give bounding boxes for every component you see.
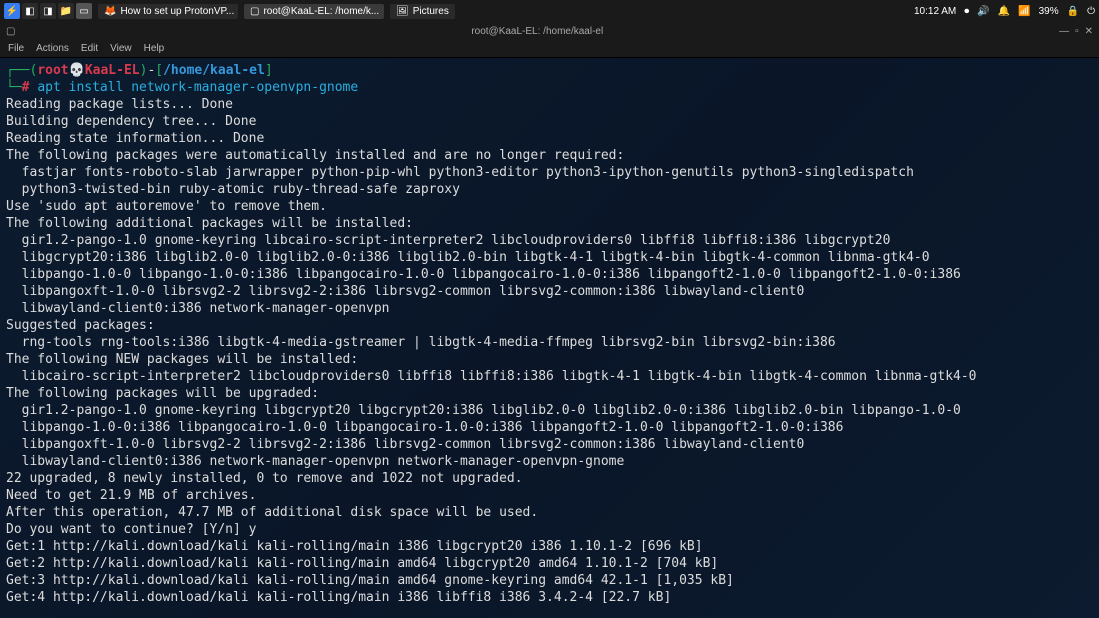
prompt-corner: ┌── <box>6 63 29 78</box>
terminal-window: ▢ root@KaaL-EL: /home/kaal-el — ▫ ✕ File… <box>0 22 1099 618</box>
close-icon[interactable]: ✕ <box>1085 26 1093 37</box>
output-line: Reading package lists... Done <box>6 97 233 112</box>
firefox-icon: 🦊 <box>104 6 116 17</box>
terminal-menubar: File Actions Edit View Help <box>0 40 1099 58</box>
skull-icon: 💀 <box>69 63 85 78</box>
output-line: The following NEW packages will be insta… <box>6 352 358 367</box>
prompt-command: apt install network-manager-openvpn-gnom… <box>37 80 358 95</box>
taskbar-app-terminal[interactable]: ▢ root@KaaL-EL: /home/k... <box>244 4 384 19</box>
files-icon[interactable]: 📁 <box>58 3 74 19</box>
output-line: 22 upgraded, 8 newly installed, 0 to rem… <box>6 471 523 486</box>
output-line: libpango-1.0-0 libpango-1.0-0:i386 libpa… <box>6 267 961 282</box>
output-line: The following additional packages will b… <box>6 216 413 231</box>
output-line: libwayland-client0:i386 network-manager-… <box>6 301 390 316</box>
terminal-icon: ▢ <box>250 6 259 17</box>
output-line: libgcrypt20:i386 libglib2.0-0 libglib2.0… <box>6 250 930 265</box>
record-icon[interactable]: ⏺ <box>964 6 969 17</box>
taskbar-app-label: Pictures <box>413 6 449 17</box>
output-line: python3-twisted-bin ruby-atomic ruby-thr… <box>6 182 460 197</box>
workspace-icon-2[interactable]: ◨ <box>40 3 56 19</box>
output-line: Get:2 http://kali.download/kali kali-rol… <box>6 556 718 571</box>
output-line: libpangoxft-1.0-0 librsvg2-2 librsvg2-2:… <box>6 437 804 452</box>
output-line: Get:1 http://kali.download/kali kali-rol… <box>6 539 703 554</box>
output-line: libwayland-client0:i386 network-manager-… <box>6 454 624 469</box>
output-line: Building dependency tree... Done <box>6 114 256 129</box>
workspace-icon-1[interactable]: ◧ <box>22 3 38 19</box>
menu-file[interactable]: File <box>8 43 24 54</box>
menu-view[interactable]: View <box>110 43 132 54</box>
output-line: Use 'sudo apt autoremove' to remove them… <box>6 199 327 214</box>
network-icon[interactable]: 📶 <box>1018 6 1030 17</box>
output-line: libpangoxft-1.0-0 librsvg2-2 librsvg2-2:… <box>6 284 804 299</box>
prompt-corner2: └─ <box>6 80 22 95</box>
battery-label[interactable]: 39% <box>1039 6 1059 17</box>
output-line: gir1.2-pango-1.0 gnome-keyring libgcrypt… <box>6 403 961 418</box>
lock-icon[interactable]: 🔒 <box>1067 6 1079 17</box>
prompt-path: /home/kaal-el <box>163 63 265 78</box>
output-line: Need to get 21.9 MB of archives. <box>6 488 256 503</box>
prompt-hash: # <box>22 80 30 95</box>
taskbar-right: 10:12 AM ⏺ 🔊 🔔 📶 39% 🔒 ⏻ <box>914 6 1095 17</box>
output-line: rng-tools rng-tools:i386 libgtk-4-media-… <box>6 335 836 350</box>
prompt-host: KaaL-EL <box>85 63 140 78</box>
volume-icon[interactable]: 🔊 <box>977 6 989 17</box>
maximize-icon[interactable]: ▫ <box>1075 26 1079 37</box>
prompt-bracket: ] <box>265 63 273 78</box>
output-line: libpango-1.0-0:i386 libpangocairo-1.0-0 … <box>6 420 843 435</box>
taskbar-app-firefox[interactable]: 🦊 How to set up ProtonVP... <box>98 4 238 19</box>
window-title: root@KaaL-EL: /home/kaal-el <box>15 26 1059 37</box>
output-line: Get:3 http://kali.download/kali kali-rol… <box>6 573 734 588</box>
menu-actions[interactable]: Actions <box>36 43 69 54</box>
taskbar: ⚡ ◧ ◨ 📁 ▭ 🦊 How to set up ProtonVP... ▢ … <box>0 0 1099 22</box>
menu-help[interactable]: Help <box>144 43 165 54</box>
menu-edit[interactable]: Edit <box>81 43 98 54</box>
power-icon[interactable]: ⏻ <box>1087 6 1095 17</box>
clock[interactable]: 10:12 AM <box>914 6 956 17</box>
notification-icon[interactable]: 🔔 <box>998 6 1010 17</box>
kali-menu-icon[interactable]: ⚡ <box>4 3 20 19</box>
taskbar-app-label: How to set up ProtonVP... <box>120 6 234 17</box>
output-line: Get:4 http://kali.download/kali kali-rol… <box>6 590 671 605</box>
output-line: The following packages were automaticall… <box>6 148 624 163</box>
output-line: Reading state information... Done <box>6 131 264 146</box>
output-line: Suggested packages: <box>6 318 155 333</box>
desktop-icon[interactable]: ▭ <box>76 3 92 19</box>
output-line: libcairo-script-interpreter2 libcloudpro… <box>6 369 977 384</box>
pictures-icon: 🖼 <box>396 6 409 17</box>
taskbar-left: ⚡ ◧ ◨ 📁 ▭ 🦊 How to set up ProtonVP... ▢ … <box>4 3 455 19</box>
taskbar-app-pictures[interactable]: 🖼 Pictures <box>390 4 455 19</box>
terminal-body[interactable]: ┌──(root💀KaaL-EL)-[/home/kaal-el] └─# ap… <box>0 58 1099 618</box>
terminal-titlebar[interactable]: ▢ root@KaaL-EL: /home/kaal-el — ▫ ✕ <box>0 22 1099 40</box>
output-line: After this operation, 47.7 MB of additio… <box>6 505 538 520</box>
taskbar-app-label: root@KaaL-EL: /home/k... <box>263 6 379 17</box>
titlebar-icon: ▢ <box>0 26 15 37</box>
output-line: fastjar fonts-roboto-slab jarwrapper pyt… <box>6 165 914 180</box>
output-line: gir1.2-pango-1.0 gnome-keyring libcairo-… <box>6 233 890 248</box>
minimize-icon[interactable]: — <box>1059 26 1069 37</box>
prompt-bracket: [ <box>155 63 163 78</box>
output-line: Do you want to continue? [Y/n] y <box>6 522 256 537</box>
prompt-user: root <box>37 63 68 78</box>
output-line: The following packages will be upgraded: <box>6 386 319 401</box>
